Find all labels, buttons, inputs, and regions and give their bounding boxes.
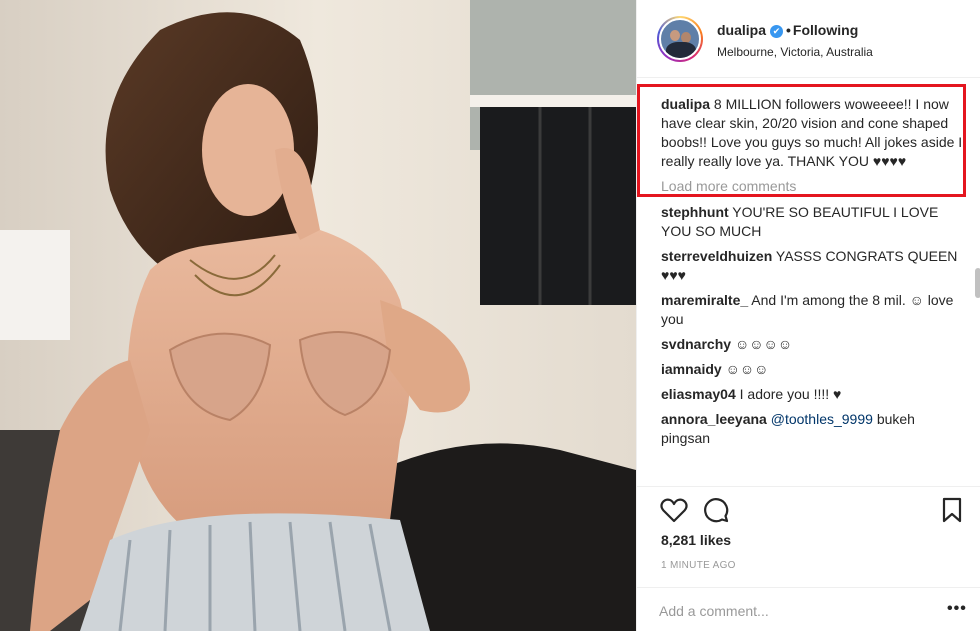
more-options-icon[interactable]: ••• [947, 600, 967, 618]
post-caption: dualipa 8 MILLION followers woweeee!! I … [661, 95, 967, 171]
post-sidebar: dualipa ✔ • Following Melbourne, Victoria, … [636, 0, 980, 631]
verified-badge-icon: ✔ [770, 25, 784, 38]
comment-item: svdnarchy ☺☺☺☺ [661, 335, 967, 354]
comment-username[interactable]: stephhunt [661, 204, 729, 220]
likes-count[interactable]: 8,281 likes [661, 532, 731, 548]
avatar[interactable] [657, 16, 703, 62]
comment-item: stephhunt YOU'RE SO BEAUTIFUL I LOVE YOU… [661, 203, 967, 241]
comment-text: ☺☺☺☺ [734, 336, 793, 352]
comment-username[interactable]: maremiralte_ [661, 292, 748, 308]
comment-username[interactable]: annora_leeyana [661, 411, 767, 427]
comment-item: sterreveldhuizen YASSS CONGRATS QUEEN ♥♥… [661, 247, 967, 285]
comment-username[interactable]: iamnaidy [661, 361, 722, 377]
add-comment-section: ••• [637, 587, 980, 631]
post-timestamp[interactable]: 1 MINUTE AGO [661, 560, 736, 571]
avatar-image [659, 18, 701, 60]
comment-item: annora_leeyana @toothles_9999 bukeh ping… [661, 410, 967, 448]
post-photo-image [0, 0, 636, 631]
comment-text: I adore you !!!! ♥ [739, 386, 842, 402]
post-header: dualipa ✔ • Following Melbourne, Victoria, … [637, 0, 980, 78]
load-more-comments-button[interactable]: Load more comments [661, 175, 967, 197]
comment-item: maremiralte_ And I'm among the 8 mil. ☺ … [661, 291, 967, 329]
comment-username[interactable]: svdnarchy [661, 336, 731, 352]
comment-icon[interactable] [701, 495, 731, 525]
add-comment-input[interactable] [659, 600, 919, 622]
bookmark-icon[interactable] [939, 495, 965, 525]
header-user-line: dualipa ✔ • Following [717, 22, 858, 38]
heart-icon[interactable] [659, 495, 689, 525]
comment-mention-link[interactable]: @toothles_9999 [771, 411, 873, 427]
comment-username[interactable]: eliasmay04 [661, 386, 736, 402]
comments-list: dualipa 8 MILLION followers woweeee!! I … [661, 95, 967, 475]
header-separator: • [786, 22, 791, 38]
following-button[interactable]: Following [793, 22, 858, 38]
comments-scrollbar[interactable] [975, 268, 980, 298]
location-link[interactable]: Melbourne, Victoria, Australia [717, 45, 873, 59]
comment-text: ☺☺☺ [725, 361, 769, 377]
caption-username[interactable]: dualipa [661, 96, 710, 112]
header-username[interactable]: dualipa [717, 22, 766, 38]
comment-item: eliasmay04 I adore you !!!! ♥ [661, 385, 967, 404]
comment-username[interactable]: sterreveldhuizen [661, 248, 772, 264]
comment-item: iamnaidy ☺☺☺ [661, 360, 967, 379]
post-photo[interactable] [0, 0, 636, 631]
post-actions: 8,281 likes 1 MINUTE AGO ••• [637, 486, 980, 631]
